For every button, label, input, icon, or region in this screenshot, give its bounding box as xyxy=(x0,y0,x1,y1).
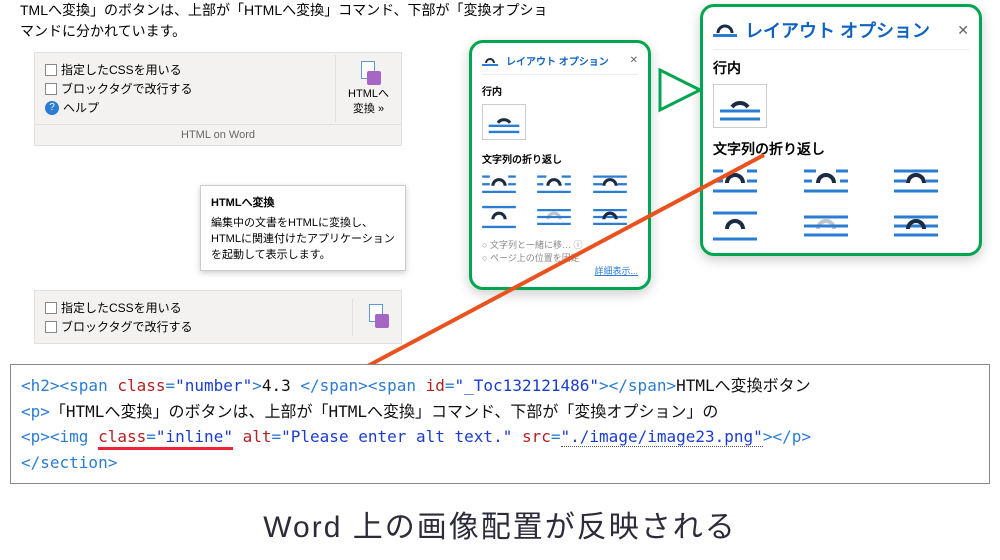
help-icon: ? xyxy=(45,101,59,115)
section-wrap-label: 文字列の折り返し xyxy=(482,151,638,166)
checkbox-block-tag-br[interactable]: ブロックタグで改行する xyxy=(45,80,325,97)
save-html-icon xyxy=(357,61,381,85)
checkbox-block-tag-br-2[interactable]: ブロックタグで改行する xyxy=(45,318,342,335)
wrap-behind[interactable] xyxy=(804,209,879,243)
save-html-icon xyxy=(365,304,389,328)
wrap-topbottom[interactable] xyxy=(713,209,788,243)
layout-options-popup-small: レイアウト オプション ✕ 行内 文字列の折り返し ○ 文字列と一緒に移… ⓘ … xyxy=(469,40,651,290)
close-icon[interactable]: ✕ xyxy=(957,22,969,39)
caption: Word 上の画像配置が反映される xyxy=(0,502,1000,546)
section-wrap-label: 文字列の折り返し xyxy=(713,139,969,159)
help-button[interactable]: ?ヘルプ xyxy=(45,99,325,116)
wrap-inline[interactable] xyxy=(482,104,526,140)
wrap-inline[interactable] xyxy=(713,84,767,128)
checkbox-use-css[interactable]: 指定したCSSを用いる xyxy=(45,61,325,78)
inline-option-icon xyxy=(482,55,498,67)
section-inline-label: 行内 xyxy=(482,83,638,98)
more-link[interactable]: 詳細表示... xyxy=(482,264,638,277)
wrap-behind[interactable] xyxy=(537,204,582,230)
close-icon[interactable]: ✕ xyxy=(630,55,638,66)
ribbon-group-label: HTML on Word xyxy=(35,124,401,145)
tooltip-convert-html: HTMLへ変換 編集中の文書をHTMLに変換し、HTMLに関連付けたアプリケーシ… xyxy=(200,185,406,271)
ribbon-html-on-word-2: 指定したCSSを用いる ブロックタグで改行する xyxy=(34,290,402,344)
wrap-through[interactable] xyxy=(593,172,638,198)
doc-paragraph: TMLへ変換」のボタンは、上部が「HTMLへ変換」コマンド、下部が「変換オプショ… xyxy=(20,0,620,42)
checkbox-use-css-2[interactable]: 指定したCSSを用いる xyxy=(45,299,342,316)
popup-title: レイアウト オプション xyxy=(506,53,622,68)
wrap-through[interactable] xyxy=(894,165,969,199)
wrap-square[interactable] xyxy=(482,172,527,198)
ribbon-html-on-word: 指定したCSSを用いる ブロックタグで改行する ?ヘルプ HTMLへ 変換 » … xyxy=(34,52,402,146)
popup-title: レイアウト オプション xyxy=(745,17,949,43)
wrap-topbottom[interactable] xyxy=(482,204,527,230)
wrap-tight[interactable] xyxy=(537,172,582,198)
layout-options-popup-large: レイアウト オプション ✕ 行内 文字列の折り返し xyxy=(700,4,982,256)
convert-to-html-button[interactable]: HTMLへ 変換 » xyxy=(335,55,401,122)
code-block: <h2><span class="number">4.3 </span><spa… xyxy=(10,364,990,484)
inline-option-icon xyxy=(713,21,737,39)
wrap-square[interactable] xyxy=(713,165,788,199)
wrap-tight[interactable] xyxy=(804,165,879,199)
wrap-front[interactable] xyxy=(894,209,969,243)
wrap-front[interactable] xyxy=(593,204,638,230)
section-inline-label: 行内 xyxy=(713,58,969,78)
convert-to-html-button-2[interactable] xyxy=(352,298,401,336)
